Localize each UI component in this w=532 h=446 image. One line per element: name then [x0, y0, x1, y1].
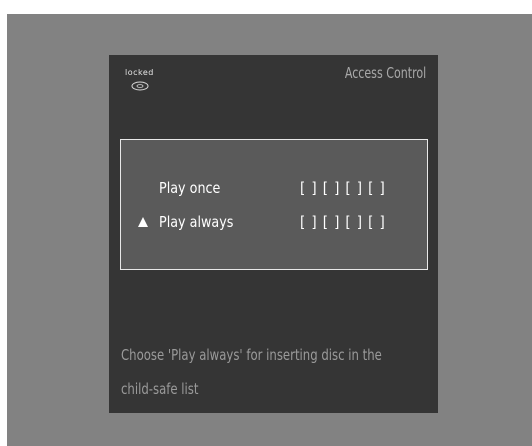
- hint-text-line-1: Choose 'Play always' for inserting disc …: [121, 346, 382, 364]
- code-slots-play-always[interactable]: [ ] [ ] [ ] [ ]: [300, 213, 386, 231]
- options-panel: [120, 139, 428, 270]
- page-title: Access Control: [344, 64, 426, 82]
- lock-disc-icon: [131, 81, 149, 91]
- code-slots-play-once[interactable]: [ ] [ ] [ ] [ ]: [300, 179, 386, 197]
- hint-text-line-2: child-safe list: [121, 380, 199, 398]
- selection-arrow-icon: [138, 217, 148, 227]
- option-play-once[interactable]: Play once: [159, 179, 220, 197]
- locked-label: locked: [125, 68, 154, 77]
- option-play-always[interactable]: Play always: [159, 213, 233, 231]
